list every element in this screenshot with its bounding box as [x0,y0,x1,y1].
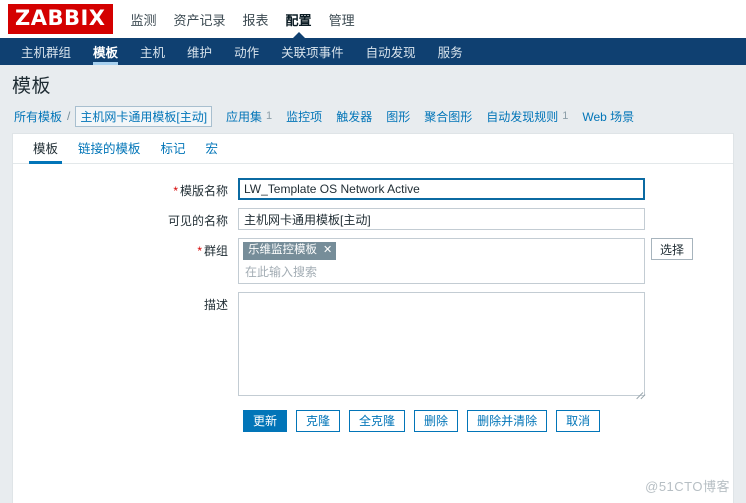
tab-linked-templates[interactable]: 链接的模板 [68,138,151,163]
visible-name-input[interactable] [238,208,645,230]
page-title: 模板 [12,75,52,97]
required-marker: * [197,244,202,258]
subnav-item-discovery[interactable]: 自动发现 [355,38,427,65]
form-actions: 更新 克隆 全克隆 删除 删除并清除 取消 [13,409,733,432]
groups-search-placeholder[interactable]: 在此输入搜索 [243,260,640,280]
breadcrumb-separator: / [67,109,71,123]
full-clone-button[interactable]: 全克隆 [349,409,406,432]
app-root: ZABBIX 监测 资产记录 报表 配置 管理 主机群组 模板 主机 维护 动作… [0,0,746,503]
topnav-item-administration[interactable]: 管理 [329,0,355,38]
label-visible-name-text: 可见的名称 [167,214,228,228]
description-textarea[interactable] [238,291,645,396]
breadcrumb-discovery-rules[interactable]: 自动发现规则 [486,108,558,125]
topnav-item-configuration[interactable]: 配置 [286,0,312,38]
form-row-visible-name: 可见的名称 [13,208,733,230]
delete-button[interactable]: 删除 [414,409,459,432]
form-row-groups: * 群组 乐维监控模板 ✕ 在此输入搜索 选择 [13,238,733,284]
breadcrumb-applications[interactable]: 应用集 [226,108,262,125]
clone-button[interactable]: 克隆 [296,409,341,432]
template-form: *模版名称 可见的名称 *群组 乐维监控模板 ✕ [13,164,733,432]
required-marker: * [173,184,178,198]
subnav-item-correlation[interactable]: 关联项事件 [270,38,355,65]
subnav-item-maintenance[interactable]: 维护 [176,38,223,65]
label-template-name: * 模版名称 [13,178,238,199]
delete-and-clear-button[interactable]: 删除并清除 [467,409,548,432]
template-form-card: 模板 链接的模板 标记 宏 *模版名称 可见的名称 [12,133,734,503]
tab-template[interactable]: 模板 [23,138,68,164]
watermark: @51CTO博客 [645,479,730,494]
breadcrumb-web-scenarios[interactable]: Web 场景 [582,108,634,125]
form-row-template-name: * 模版名称 [13,178,733,200]
subnav-item-services[interactable]: 服务 [427,38,474,65]
description-wrap [238,291,646,400]
remove-group-icon[interactable]: ✕ [323,243,332,257]
groups-multiselect[interactable]: 乐维监控模板 ✕ 在此输入搜索 [238,238,645,284]
breadcrumb-all-templates[interactable]: 所有模板 [14,108,62,125]
label-groups: * 群组 [13,238,238,259]
topnav-item-reports[interactable]: 报表 [243,0,269,38]
label-description-text: 描述 [203,297,228,312]
label-template-name-text: 模版名称 [179,184,228,198]
cancel-button[interactable]: 取消 [556,409,601,432]
breadcrumb-items[interactable]: 监控项 [286,108,322,125]
page-header: 模板 [0,65,746,103]
tab-macros[interactable]: 宏 [196,138,229,163]
label-description: 描述 [13,292,238,313]
subnav-item-host-groups[interactable]: 主机群组 [10,38,82,65]
label-visible-name: 可见的名称 [13,208,238,229]
breadcrumb-current-template[interactable]: 主机网卡通用模板[主动] [75,105,213,127]
zabbix-logo[interactable]: ZABBIX [8,4,113,34]
topnav-item-monitoring[interactable]: 监测 [131,0,157,38]
subnav-item-actions[interactable]: 动作 [223,38,270,65]
breadcrumb: 所有模板 / 主机网卡通用模板[主动] 应用集 1 监控项 触发器 图形 聚合图… [0,103,746,129]
form-row-description: 描述 [13,291,733,400]
primary-nav: 监测 资产记录 报表 配置 管理 [131,0,355,38]
secondary-nav: 主机群组 模板 主机 维护 动作 关联项事件 自动发现 服务 [0,38,746,65]
breadcrumb-discovery-rules-count: 1 [562,110,569,122]
breadcrumb-screens[interactable]: 聚合图形 [424,108,472,125]
breadcrumb-triggers[interactable]: 触发器 [336,108,372,125]
update-button[interactable]: 更新 [243,409,288,432]
breadcrumb-applications-count: 1 [266,110,273,122]
topnav-item-inventory[interactable]: 资产记录 [174,0,226,38]
template-name-input[interactable] [238,178,645,200]
top-bar: ZABBIX 监测 资产记录 报表 配置 管理 [0,0,746,38]
group-chip[interactable]: 乐维监控模板 ✕ [243,242,337,260]
form-tabs: 模板 链接的模板 标记 宏 [13,134,733,164]
label-groups-text: 群组 [203,244,228,258]
select-group-button[interactable]: 选择 [651,238,694,260]
breadcrumb-graphs[interactable]: 图形 [386,108,410,125]
tab-tags[interactable]: 标记 [151,138,196,163]
subnav-item-templates[interactable]: 模板 [82,38,129,65]
group-chip-label: 乐维监控模板 [248,244,317,256]
subnav-item-hosts[interactable]: 主机 [129,38,176,65]
